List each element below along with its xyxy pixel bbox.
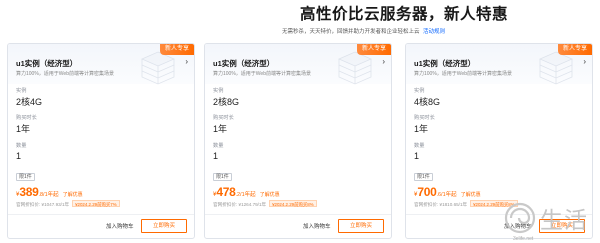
- original-price-text: 官网折扣价: ¥1047.93/1年: [16, 202, 70, 207]
- original-price-text: 官网折扣价: ¥1810.65/1年: [414, 202, 468, 207]
- duration-value[interactable]: 1年: [16, 122, 30, 135]
- card-title[interactable]: u1实例（经济型）: [414, 58, 475, 69]
- price-number: 478: [216, 185, 236, 199]
- add-to-cart-link[interactable]: 加入购物车: [106, 222, 134, 230]
- watermark-text: 生活: [540, 207, 588, 233]
- server-cubes-icon: [539, 51, 573, 85]
- chevron-right-icon[interactable]: ›: [583, 57, 586, 66]
- card-footer: 加入购物车 立即购买: [8, 214, 194, 238]
- price-number: 700: [417, 185, 437, 199]
- card-description: 算力100%，适用于Web前端等计算密集场景: [16, 71, 114, 77]
- page-subtitle: 无需秒杀，天天特价，回馈并助力开发者和企业轻松上云 活动规则: [282, 27, 445, 35]
- learn-discount-link[interactable]: 了解优惠: [63, 192, 83, 198]
- quantity-label: 数量: [414, 143, 425, 149]
- card-footer: 加入购物车 立即购买: [205, 214, 391, 238]
- product-card: 新人专享 u1实例（经济型） › 算力100%，适用于Web前端等计算密集场景 …: [7, 43, 195, 239]
- duration-value[interactable]: 1年: [414, 122, 428, 135]
- original-price: 官网折扣价: ¥1264.79/1年 ¥2024.2.29前购买8%: [213, 200, 317, 208]
- page-title: 高性价比云服务器，新人特惠: [300, 6, 509, 23]
- instance-label: 实例: [213, 88, 224, 94]
- new-user-badge: 新人专享: [356, 44, 391, 55]
- duration-label: 购买时长: [414, 115, 435, 121]
- promo-badge: ¥2024.2.29前购买8%: [269, 200, 317, 207]
- product-card: 新人专享 u1实例（经济型） › 算力100%，适用于Web前端等计算密集场景 …: [204, 43, 392, 239]
- price-number: 389: [19, 185, 39, 199]
- card-description: 算力100%，适用于Web前端等计算密集场景: [414, 71, 512, 77]
- instance-label: 实例: [16, 88, 27, 94]
- chevron-right-icon[interactable]: ›: [185, 57, 188, 66]
- price: ¥700.6/1年起 了解优惠: [414, 183, 481, 201]
- add-to-cart-link[interactable]: 加入购物车: [303, 222, 331, 230]
- duration-value[interactable]: 1年: [213, 122, 227, 135]
- duration-label: 购买时长: [16, 115, 37, 121]
- card-title[interactable]: u1实例（经济型）: [16, 58, 77, 69]
- original-price-text: 官网折扣价: ¥1264.79/1年: [213, 202, 267, 207]
- promo-badge: ¥2024.2.29前购买7%: [72, 200, 120, 207]
- activity-rules-link[interactable]: 活动规则: [423, 29, 445, 35]
- card-description: 算力100%，适用于Web前端等计算密集场景: [213, 71, 311, 77]
- price-unit: .6/1年起: [436, 192, 457, 198]
- server-cubes-icon: [338, 51, 372, 85]
- quantity-label: 数量: [16, 143, 27, 149]
- instance-value[interactable]: 4核8G: [414, 95, 440, 108]
- price: ¥478.2/1年起 了解优惠: [213, 183, 280, 201]
- instance-value[interactable]: 2核4G: [16, 95, 42, 108]
- price-unit: .2/1年起: [235, 192, 256, 198]
- limit-tag: 限1件: [213, 173, 232, 181]
- new-user-badge: 新人专享: [159, 44, 194, 55]
- learn-discount-link[interactable]: 了解优惠: [260, 192, 280, 198]
- quantity-label: 数量: [213, 143, 224, 149]
- quantity-value[interactable]: 1: [16, 151, 21, 161]
- limit-tag: 限1件: [16, 173, 35, 181]
- quantity-value[interactable]: 1: [213, 151, 218, 161]
- page-subtitle-text: 无需秒杀，天天特价，回馈并助力开发者和企业轻松上云: [282, 29, 420, 35]
- watermark-url: 3elife.net: [513, 236, 534, 242]
- limit-tag: 限1件: [414, 173, 433, 181]
- chevron-right-icon[interactable]: ›: [382, 57, 385, 66]
- price: ¥389.8/1年起 了解优惠: [16, 183, 83, 201]
- new-user-badge: 新人专享: [557, 44, 592, 55]
- price-unit: .8/1年起: [38, 192, 59, 198]
- duration-label: 购买时长: [213, 115, 234, 121]
- instance-label: 实例: [414, 88, 425, 94]
- quantity-value[interactable]: 1: [414, 151, 419, 161]
- server-cubes-icon: [141, 51, 175, 85]
- original-price: 官网折扣价: ¥1047.93/1年 ¥2024.2.29前购买7%: [16, 200, 120, 208]
- buy-now-button[interactable]: 立即购买: [141, 219, 187, 233]
- buy-now-button[interactable]: 立即购买: [338, 219, 384, 233]
- instance-value[interactable]: 2核8G: [213, 95, 239, 108]
- learn-discount-link[interactable]: 了解优惠: [461, 192, 481, 198]
- card-title[interactable]: u1实例（经济型）: [213, 58, 274, 69]
